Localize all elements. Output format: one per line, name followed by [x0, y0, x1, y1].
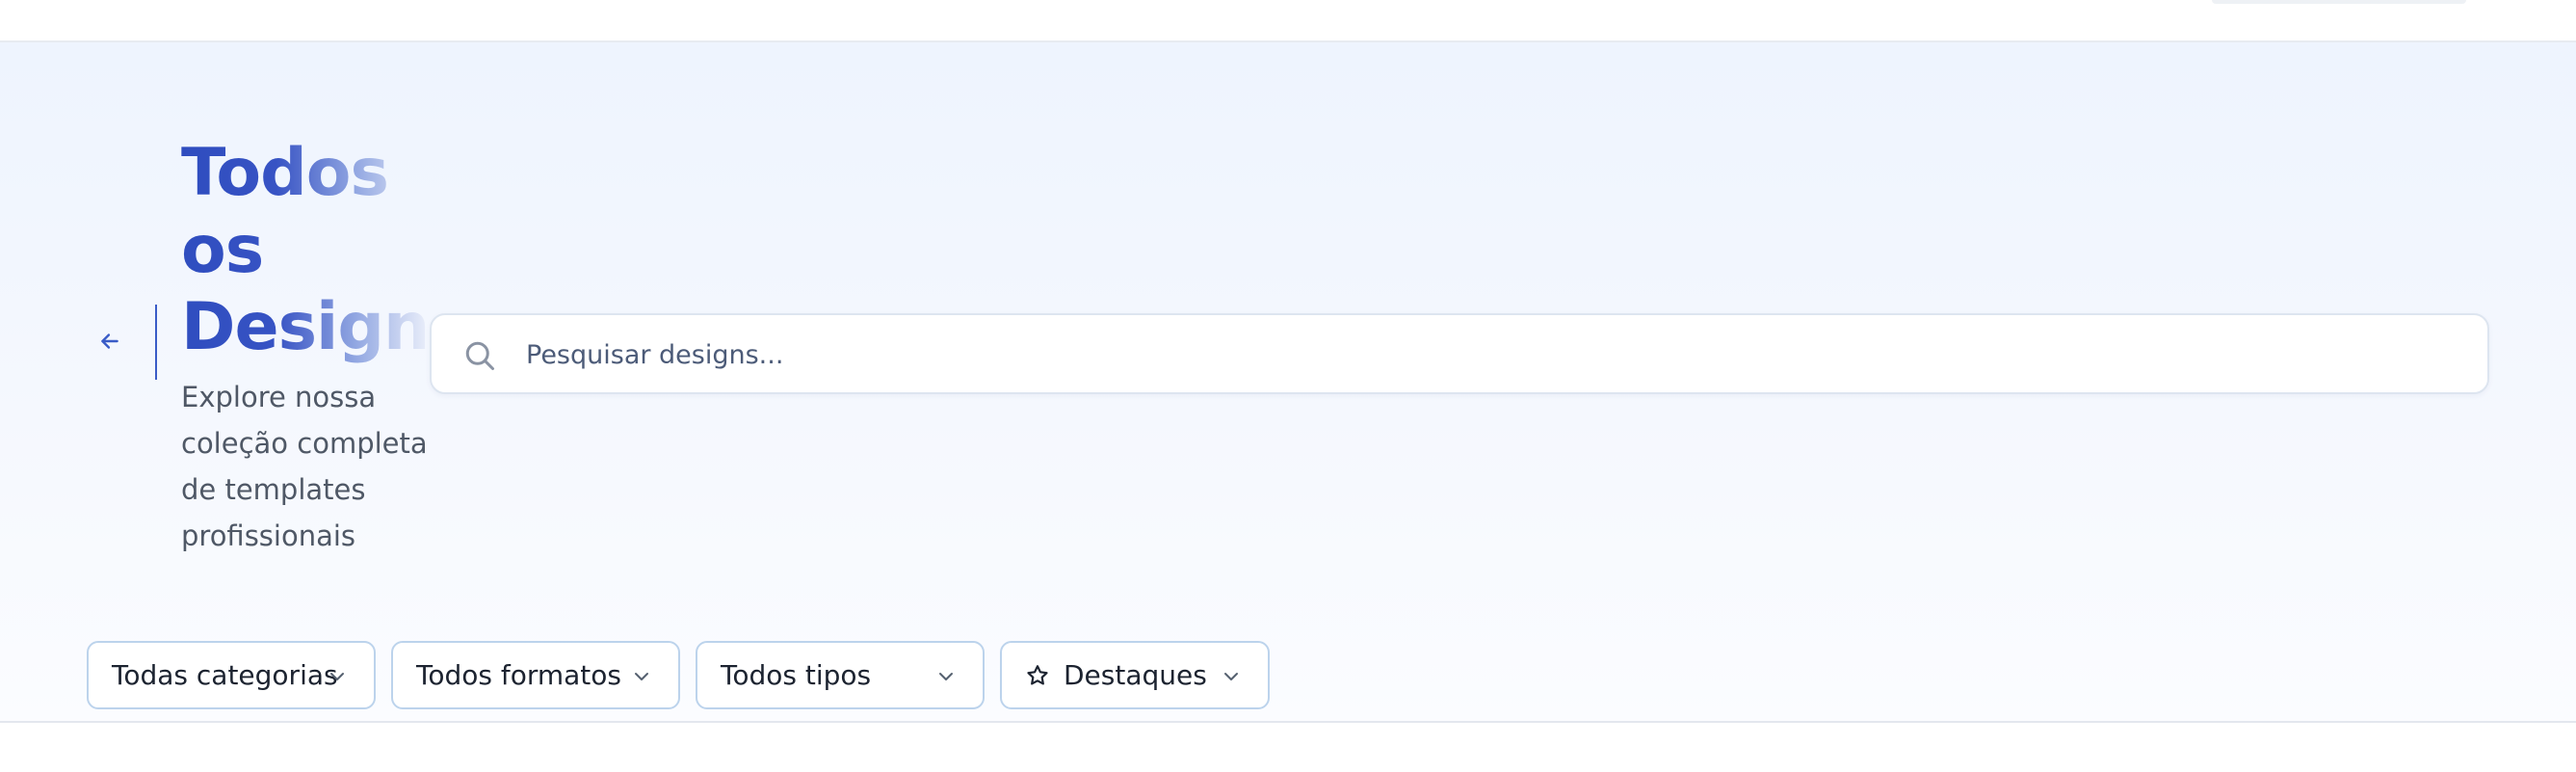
title-block: Todos os Designs Explore nossa coleção c…: [181, 135, 432, 559]
type-filter-label: Todos tipos: [721, 659, 872, 691]
hero-section: Todos os Designs Explore nossa coleção c…: [0, 42, 2576, 723]
search-icon: [465, 341, 494, 370]
page-subtitle: Explore nossa coleção completa de templa…: [181, 381, 428, 552]
featured-filter-label: Destaques: [1064, 659, 1207, 691]
chevron-down-icon: [1224, 673, 1238, 680]
star-icon: [1027, 665, 1048, 685]
format-filter[interactable]: Todos formatos: [391, 641, 680, 709]
chevron-down-icon: [635, 673, 648, 680]
title-divider: [155, 305, 157, 380]
top-bar-button-edge[interactable]: [2212, 0, 2466, 4]
category-filter[interactable]: Todas categorias: [87, 641, 376, 709]
type-filter[interactable]: Todos tipos: [696, 641, 985, 709]
search-box: [430, 313, 2489, 394]
chevron-down-icon: [330, 673, 344, 680]
category-filter-label: Todas categorias: [112, 659, 338, 691]
featured-filter[interactable]: Destaques: [1000, 641, 1270, 709]
back-button[interactable]: [91, 322, 129, 360]
page-title: Todos os Designs: [181, 135, 432, 366]
format-filter-label: Todos formatos: [416, 659, 622, 691]
arrow-left-icon: [101, 333, 118, 349]
search-input[interactable]: [524, 327, 2455, 383]
top-bar: [0, 0, 2576, 42]
chevron-down-icon: [939, 673, 953, 680]
